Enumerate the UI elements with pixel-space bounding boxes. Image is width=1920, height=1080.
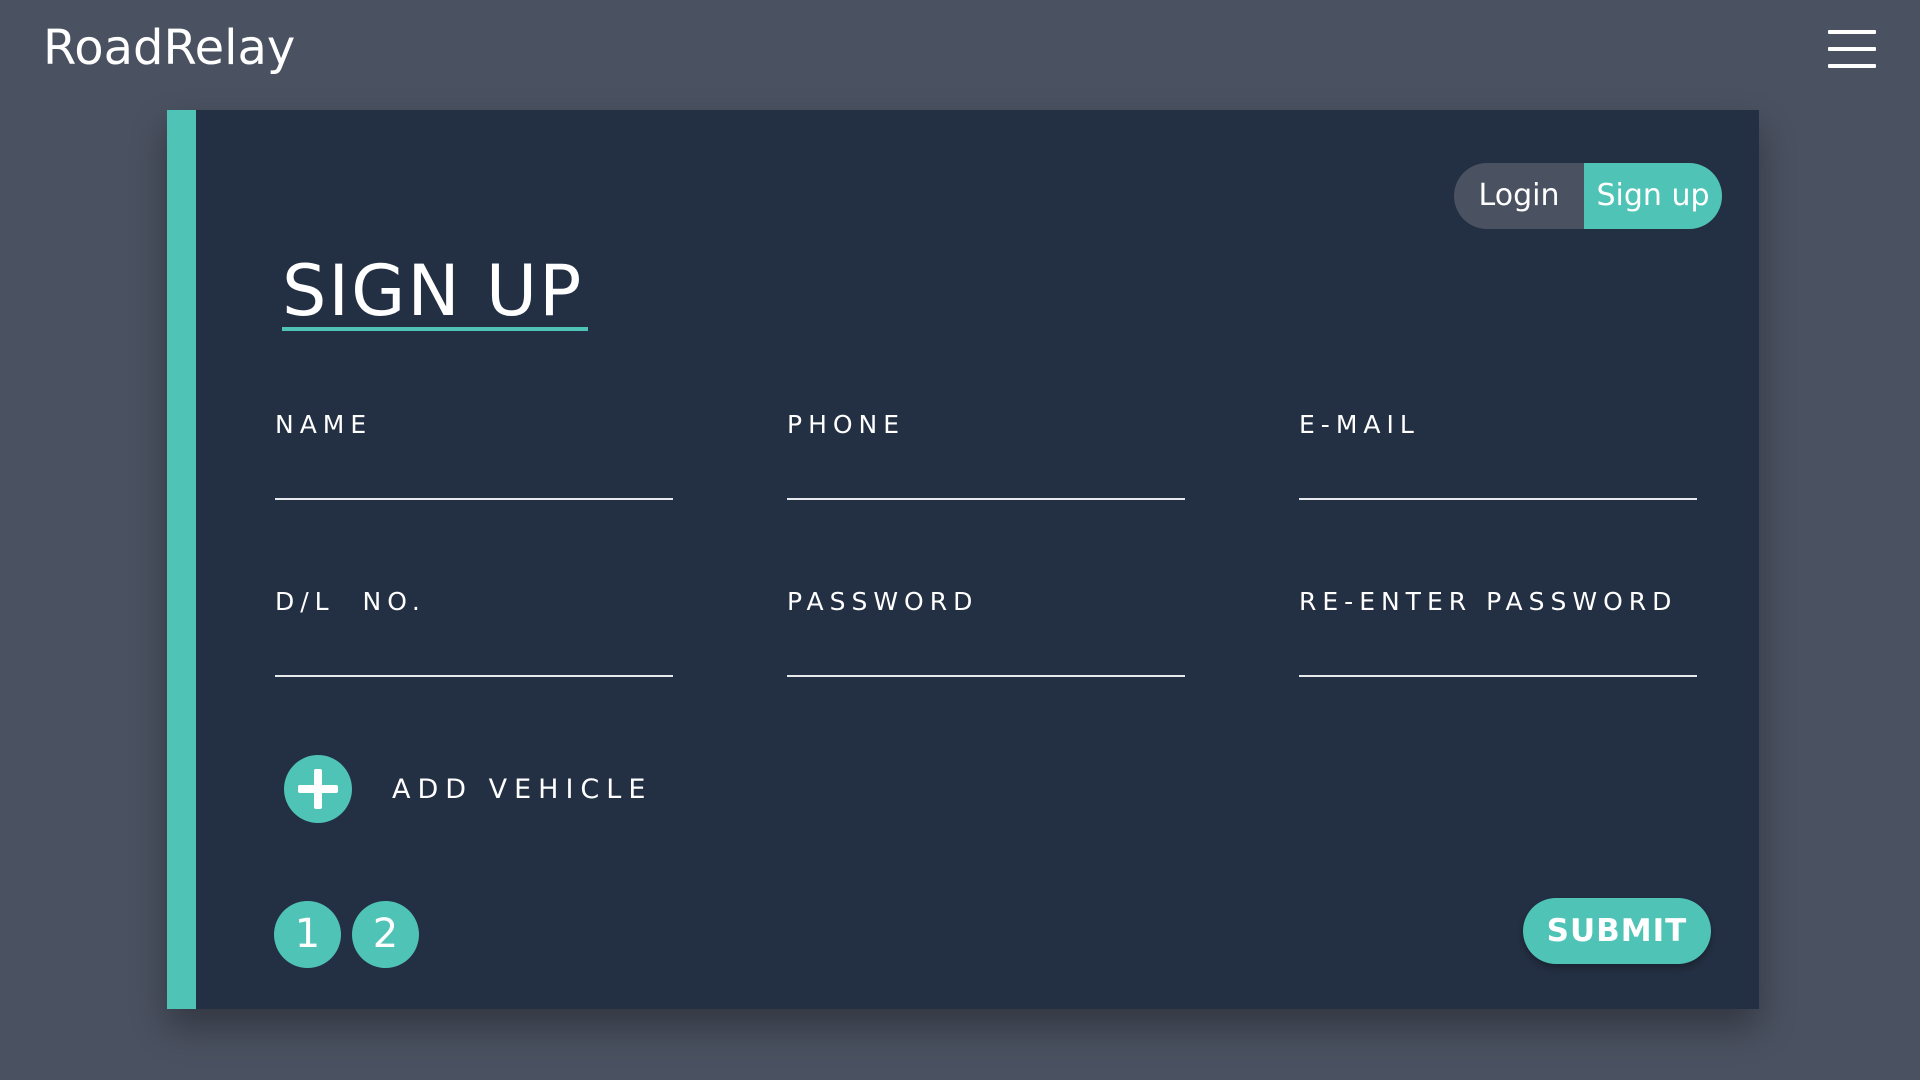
menu-bar-bottom <box>1828 64 1876 68</box>
reenter-password-field-group: RE-ENTER PASSWORD <box>1299 587 1699 677</box>
phone-label: PHONE <box>787 410 906 439</box>
menu-bar-middle <box>1828 47 1876 51</box>
page: RoadRelay Login Sign up SIGN UP NAME PHO… <box>0 0 1920 1080</box>
hamburger-menu-icon[interactable] <box>1828 30 1876 68</box>
add-vehicle-label: ADD VEHICLE <box>392 774 653 805</box>
email-input[interactable] <box>1299 458 1697 500</box>
signup-card: Login Sign up SIGN UP NAME PHONE E-MAIL … <box>167 110 1759 1009</box>
step-2-button[interactable]: 2 <box>352 901 419 968</box>
email-label: E-MAIL <box>1299 410 1420 439</box>
card-accent-bar <box>167 110 196 1009</box>
name-input[interactable] <box>275 458 673 500</box>
dl-field-group: D/L NO. <box>275 587 675 677</box>
email-field-group: E-MAIL <box>1299 410 1699 500</box>
password-field-group: PASSWORD <box>787 587 1187 677</box>
password-label: PASSWORD <box>787 587 979 616</box>
auth-toggle: Login Sign up <box>1454 163 1722 229</box>
signup-tab[interactable]: Sign up <box>1584 163 1722 229</box>
password-input[interactable] <box>787 635 1185 677</box>
phone-field-group: PHONE <box>787 410 1187 500</box>
name-label: NAME <box>275 410 373 439</box>
submit-button[interactable]: SUBMIT <box>1523 898 1711 964</box>
name-field-group: NAME <box>275 410 675 500</box>
reenter-password-label: RE-ENTER PASSWORD <box>1299 587 1678 616</box>
reenter-password-input[interactable] <box>1299 635 1697 677</box>
title-underline <box>282 327 588 331</box>
login-tab[interactable]: Login <box>1454 163 1584 229</box>
plus-icon[interactable] <box>284 755 352 823</box>
dl-input[interactable] <box>275 635 673 677</box>
step-1-button[interactable]: 1 <box>274 901 341 968</box>
brand-logo[interactable]: RoadRelay <box>43 20 295 76</box>
phone-input[interactable] <box>787 458 1185 500</box>
page-title: SIGN UP <box>282 250 584 332</box>
dl-label: D/L NO. <box>275 587 426 616</box>
menu-bar-top <box>1828 30 1876 34</box>
